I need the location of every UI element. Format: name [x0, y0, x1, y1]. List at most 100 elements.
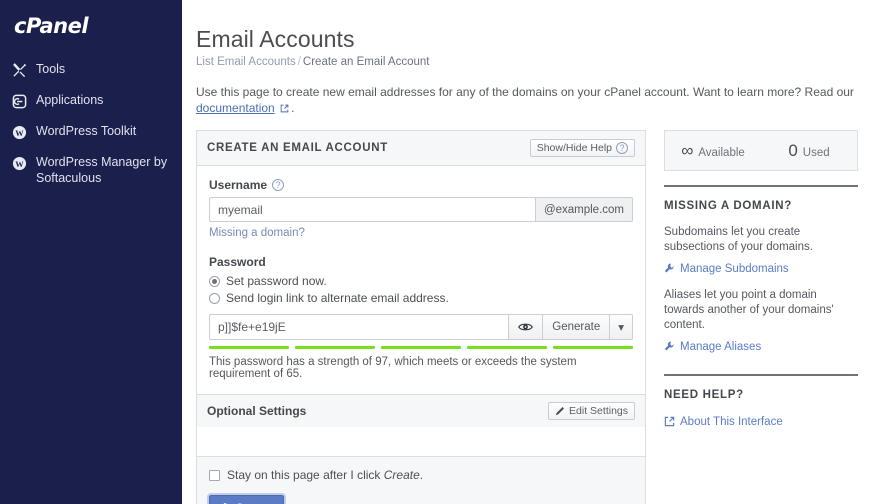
manage-subdomains-label: Manage Subdomains — [680, 263, 789, 275]
stat-used: 0 Used — [761, 141, 857, 161]
generate-label: Generate — [552, 321, 601, 333]
stay-on-page-checkbox-row[interactable]: Stay on this page after I click Create. — [209, 468, 633, 482]
panel-footer: Stay on this page after I click Create. … — [197, 457, 645, 504]
external-link-icon — [275, 101, 291, 115]
available-value: ∞ — [681, 140, 694, 160]
strength-segment — [209, 346, 289, 349]
show-hide-help-button[interactable]: Show/Hide Help ? — [529, 139, 635, 157]
brand-logo[interactable]: cPanel — [0, 6, 182, 46]
intro-text-after: . — [291, 101, 295, 115]
password-label-row: Password — [209, 255, 633, 269]
svg-text:W: W — [15, 158, 24, 168]
stay-label-after: . — [419, 468, 424, 482]
stay-label-italic: Create — [383, 468, 420, 482]
username-input[interactable] — [209, 197, 536, 222]
side-column: ∞ Available 0 Used MISSING A DOMAIN? Sub… — [646, 130, 858, 504]
wordpress-icon: W — [8, 155, 30, 171]
available-label: Available — [698, 146, 745, 159]
panel-body: Username ? @example.com Missing a domain… — [197, 166, 645, 394]
missing-domain-heading: MISSING A DOMAIN? — [664, 200, 792, 212]
panel-title: CREATE AN EMAIL ACCOUNT — [207, 142, 388, 154]
breadcrumb-parent-link[interactable]: List Email Accounts — [196, 56, 296, 68]
need-help-heading: NEED HELP? — [664, 389, 744, 401]
divider — [664, 374, 858, 376]
aliases-description: Aliases let you point a domain towards a… — [664, 289, 834, 331]
about-this-interface-link[interactable]: About This Interface — [664, 416, 783, 428]
create-button[interactable]: ✚ Create — [206, 493, 287, 504]
sidebar-item-tools[interactable]: Tools — [0, 54, 182, 85]
sidebar-item-label: WordPress Toolkit — [36, 124, 137, 138]
sidebar-item-wordpress-manager[interactable]: W WordPress Manager by Softaculous — [0, 147, 182, 193]
documentation-link[interactable]: documentation — [196, 101, 275, 115]
manage-aliases-label: Manage Aliases — [680, 341, 762, 353]
radio-icon — [209, 275, 220, 287]
used-value: 0 — [788, 140, 798, 160]
wordpress-icon: W — [8, 124, 30, 140]
brand-label: cPanel — [14, 14, 89, 38]
username-input-group: @example.com — [209, 197, 633, 222]
eye-icon[interactable] — [509, 314, 544, 340]
radio-icon — [209, 292, 220, 304]
strength-segment — [381, 346, 461, 349]
edit-settings-label: Edit Settings — [569, 405, 628, 417]
radio-label: Send login link to alternate email addre… — [226, 291, 449, 305]
panel-header: CREATE AN EMAIL ACCOUNT Show/Hide Help ? — [197, 131, 645, 166]
edit-settings-button[interactable]: Edit Settings — [548, 402, 635, 420]
svg-text:W: W — [15, 127, 24, 137]
password-input[interactable] — [209, 314, 510, 340]
sidebar-item-label: Applications — [36, 93, 104, 107]
subdomain-description: Subdomains let you create subsections of… — [664, 226, 813, 253]
create-account-column: CREATE AN EMAIL ACCOUNT Show/Hide Help ?… — [196, 130, 646, 504]
breadcrumb: List Email Accounts / Create an Email Acco… — [196, 56, 858, 68]
strength-segment — [467, 346, 547, 349]
external-link-icon — [664, 416, 675, 428]
sidebar: cPanel Tools Applications W WordPress To… — [0, 0, 182, 504]
main-content: Email Accounts List Email Accounts / Creat… — [182, 0, 872, 504]
pencil-icon — [555, 405, 565, 417]
domain-addon: @example.com — [535, 197, 633, 222]
optional-settings-header: Optional Settings Edit Settings — [197, 394, 645, 427]
username-label-row: Username ? — [209, 178, 633, 192]
page-title: Email Accounts — [196, 26, 355, 52]
password-label: Password — [209, 255, 266, 269]
applications-icon — [8, 93, 30, 109]
generate-options-caret-icon[interactable]: ▾ — [610, 314, 633, 340]
footer-actions: ✚ Create ← Go Back — [206, 493, 633, 504]
radio-send-login-link[interactable]: Send login link to alternate email addre… — [209, 291, 633, 305]
radio-set-password-now[interactable]: Set password now. — [209, 274, 633, 288]
password-input-group: Generate ▾ — [209, 314, 633, 340]
caret-down-icon: ▾ — [618, 322, 624, 334]
sidebar-item-label: WordPress Manager by Softaculous — [36, 155, 168, 185]
sidebar-nav: Tools Applications W WordPress Toolkit W… — [0, 54, 182, 193]
manage-aliases-link[interactable]: Manage Aliases — [664, 341, 761, 353]
optional-settings-title: Optional Settings — [207, 404, 307, 418]
used-label: Used — [802, 146, 830, 159]
password-strength-text: This password has a strength of 97, whic… — [209, 356, 577, 380]
checkbox-icon[interactable] — [209, 469, 220, 481]
wrench-icon — [664, 341, 675, 353]
breadcrumb-separator: / — [297, 56, 301, 68]
sidebar-item-label: Tools — [36, 62, 66, 76]
content-columns: CREATE AN EMAIL ACCOUNT Show/Hide Help ?… — [196, 130, 858, 504]
sidebar-item-applications[interactable]: Applications — [0, 85, 182, 116]
create-email-account-panel: CREATE AN EMAIL ACCOUNT Show/Hide Help ?… — [196, 130, 646, 504]
missing-a-domain-link[interactable]: Missing a domain? — [209, 227, 305, 239]
strength-segment — [553, 346, 633, 349]
account-stats-box: ∞ Available 0 Used — [664, 130, 858, 171]
help-circle-icon: ? — [616, 142, 628, 154]
generate-password-button[interactable]: Generate — [543, 314, 611, 340]
stat-available: ∞ Available — [665, 141, 761, 161]
breadcrumb-current: Create an Email Account — [302, 56, 430, 68]
about-this-interface-label: About This Interface — [680, 416, 783, 428]
cpanel-email-accounts-page: cPanel Tools Applications W WordPress To… — [0, 0, 872, 504]
divider — [664, 185, 858, 187]
username-help-icon[interactable]: ? — [272, 179, 285, 191]
tools-icon — [8, 62, 30, 78]
stay-on-page-label: Stay on this page after I click Create. — [227, 468, 423, 482]
show-hide-help-label: Show/Hide Help — [536, 142, 612, 154]
stay-label-before: Stay on this page after I click — [227, 468, 384, 482]
sidebar-item-wordpress-toolkit[interactable]: W WordPress Toolkit — [0, 116, 182, 147]
manage-subdomains-link[interactable]: Manage Subdomains — [664, 263, 789, 275]
radio-label: Set password now. — [226, 274, 327, 288]
